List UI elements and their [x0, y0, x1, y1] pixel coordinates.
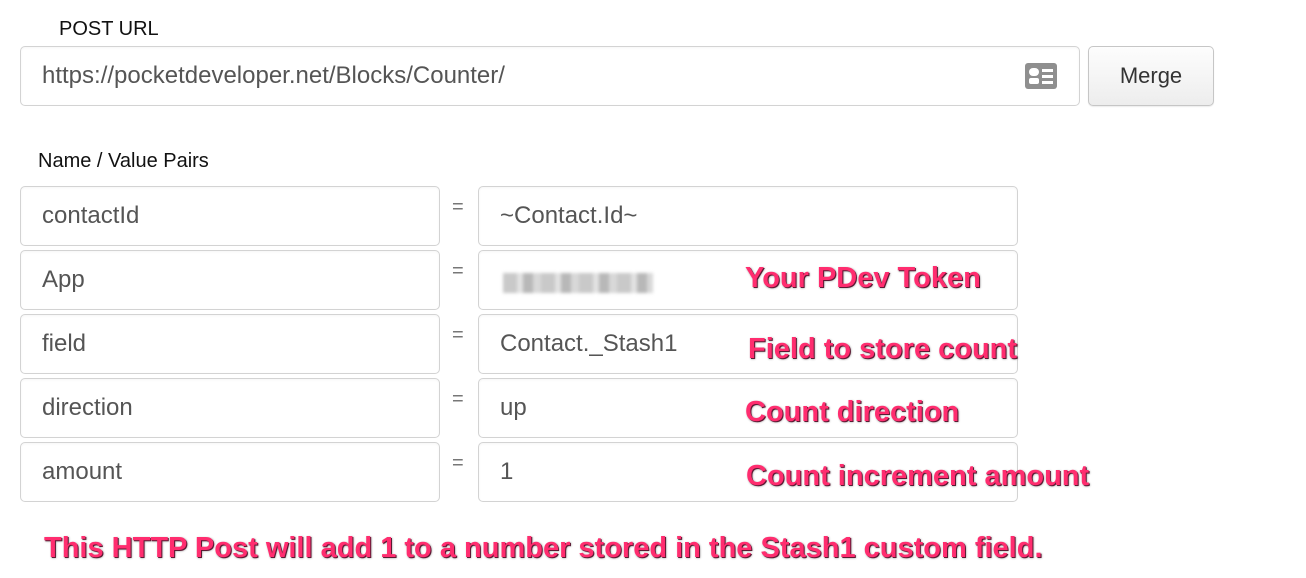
equals-sign: =: [452, 196, 464, 218]
equals-sign: =: [452, 452, 464, 474]
post-url-value: https://pocketdeveloper.net/Blocks/Count…: [42, 62, 505, 89]
pair-name-input[interactable]: amount: [20, 442, 440, 502]
annotation-amount: Count increment amount: [746, 460, 1090, 492]
equals-sign: =: [452, 324, 464, 346]
annotation-field: Field to store count: [748, 333, 1018, 365]
post-url-label: POST URL: [59, 18, 159, 40]
annotation-token: Your PDev Token: [745, 262, 981, 294]
pair-name-input[interactable]: field: [20, 314, 440, 374]
equals-sign: =: [452, 388, 464, 410]
redacted-token-blur: [503, 273, 653, 293]
post-url-input[interactable]: https://pocketdeveloper.net/Blocks/Count…: [20, 46, 1080, 106]
pair-name-input[interactable]: contactId: [20, 186, 440, 246]
name-value-pairs-label: Name / Value Pairs: [38, 150, 209, 172]
annotation-summary: This HTTP Post will add 1 to a number st…: [44, 532, 1043, 564]
pair-name-input[interactable]: App: [20, 250, 440, 310]
annotation-direction: Count direction: [745, 396, 960, 428]
pair-value-input[interactable]: ~Contact.Id~: [478, 186, 1018, 246]
pair-name-input[interactable]: direction: [20, 378, 440, 438]
equals-sign: =: [452, 260, 464, 282]
contact-card-icon[interactable]: [1025, 63, 1057, 96]
merge-button[interactable]: Merge: [1088, 46, 1214, 106]
